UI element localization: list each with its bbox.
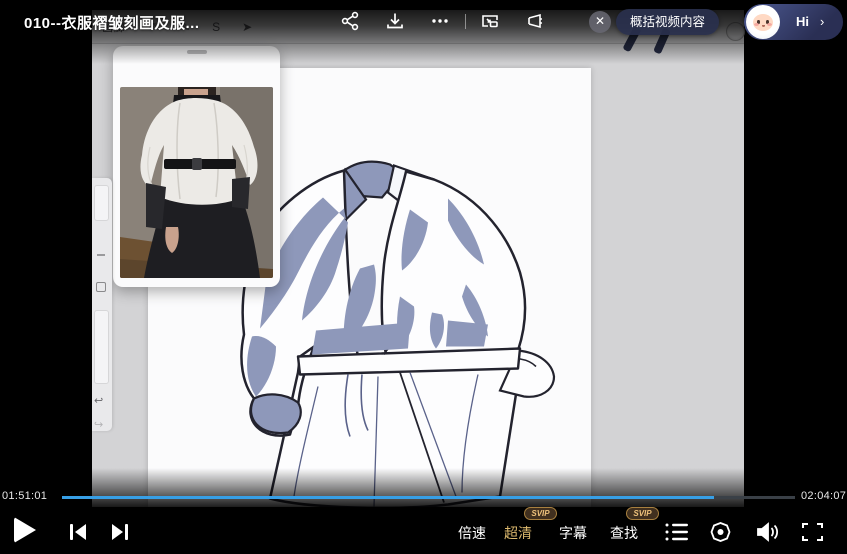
- playlist-icon[interactable]: [664, 521, 690, 548]
- color-picker-disc[interactable]: [726, 22, 745, 41]
- volume-icon[interactable]: [754, 520, 781, 549]
- chevron-right-icon: ›: [820, 14, 824, 29]
- undo-icon[interactable]: ↩: [94, 394, 103, 407]
- quality-button[interactable]: 超清: [504, 523, 532, 543]
- download-icon[interactable]: [383, 9, 407, 33]
- previous-button[interactable]: [66, 521, 90, 548]
- subtitle-button[interactable]: 字幕: [559, 523, 587, 543]
- avatar-blush-left: [754, 23, 759, 26]
- avatar-face: [753, 14, 773, 31]
- assistant-pill[interactable]: Hi ›: [744, 4, 843, 40]
- panel-drag-handle[interactable]: [187, 50, 207, 54]
- avatar: [746, 5, 780, 39]
- drawing-app-frame: 画廊 ✐ ✎ S ➤: [92, 10, 744, 507]
- share-icon[interactable]: [338, 9, 362, 33]
- next-button[interactable]: [108, 521, 132, 548]
- progress-bar[interactable]: [62, 496, 795, 499]
- avatar-blush-right: [767, 23, 772, 26]
- modify-button[interactable]: [96, 282, 106, 292]
- play-button[interactable]: [14, 517, 36, 543]
- svip-badge-find[interactable]: SVIP: [626, 507, 659, 520]
- fullscreen-icon[interactable]: [800, 520, 825, 549]
- current-time: 01:51:01: [2, 490, 47, 502]
- more-icon[interactable]: [428, 9, 452, 33]
- reference-panel[interactable]: [113, 46, 280, 287]
- top-icon-bar: [338, 9, 568, 33]
- modify-dash[interactable]: [97, 254, 105, 256]
- sidebar-controls: ↩ ↪: [92, 178, 112, 431]
- picture-in-picture-icon[interactable]: [478, 9, 502, 33]
- total-time: 02:04:07: [801, 490, 846, 502]
- brush-size-slider[interactable]: [94, 185, 109, 221]
- top-icon-divider: [465, 14, 466, 29]
- svip-badge-quality[interactable]: SVIP: [524, 507, 557, 520]
- speed-button[interactable]: 倍速: [458, 523, 486, 543]
- avatar-mouth: [762, 25, 765, 27]
- watch-together-icon[interactable]: [708, 520, 733, 549]
- greeting-label: Hi: [796, 14, 809, 29]
- select-icon[interactable]: S: [212, 20, 220, 34]
- redo-icon[interactable]: ↪: [94, 418, 103, 431]
- video-player: 画廊 ✐ ✎ S ➤: [0, 0, 847, 554]
- close-icon[interactable]: ✕: [589, 11, 611, 33]
- opacity-slider[interactable]: [94, 310, 109, 384]
- cast-screen-icon[interactable]: [523, 9, 547, 33]
- reference-photo: [120, 87, 273, 278]
- find-button[interactable]: 查找: [610, 523, 638, 543]
- video-title: 010--衣服褶皱刻画及服...: [24, 12, 200, 33]
- summarize-video-button[interactable]: 概括视频内容: [616, 9, 719, 35]
- transform-icon[interactable]: ➤: [242, 20, 252, 34]
- progress-played: [62, 496, 714, 499]
